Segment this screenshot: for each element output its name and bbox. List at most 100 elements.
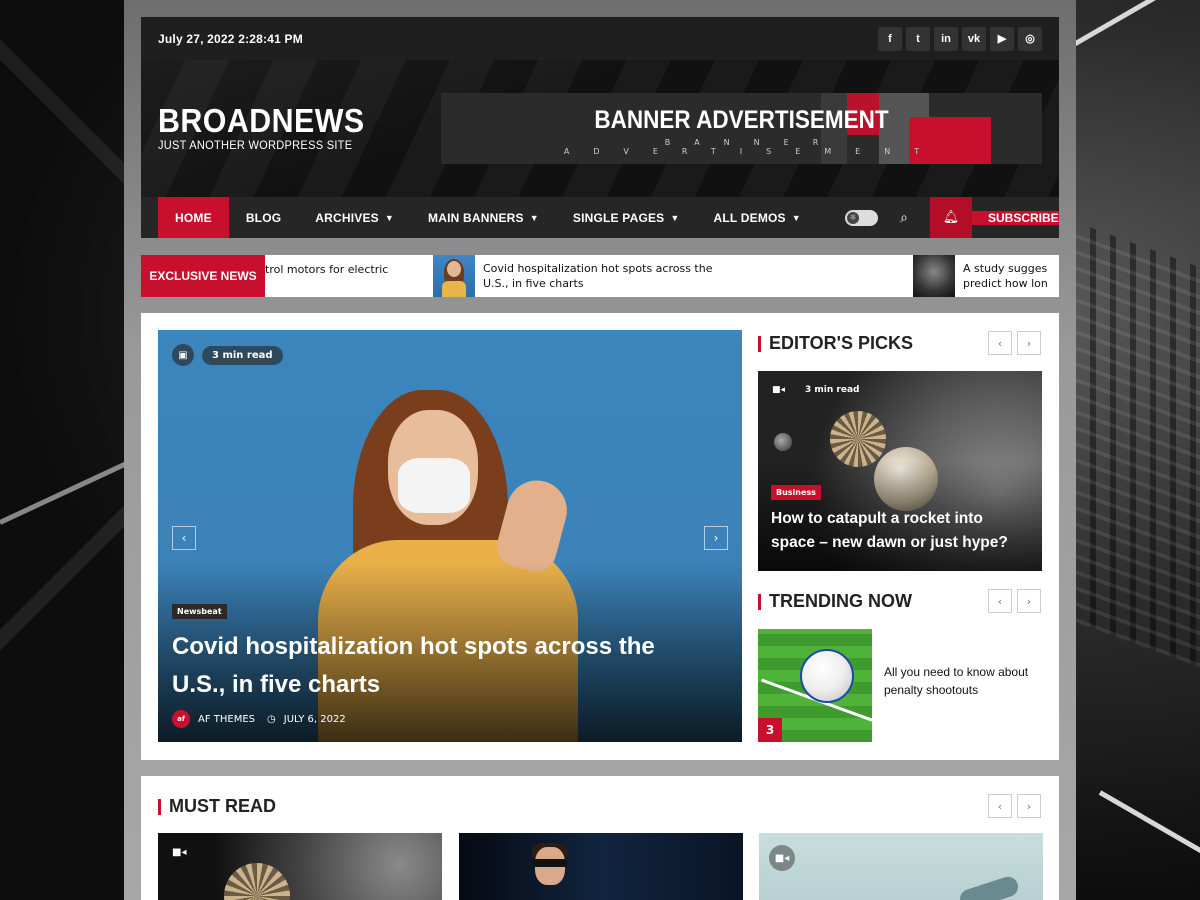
must-read-section: MUST READ ‹ › ■◂ ■◂: [141, 776, 1059, 900]
ticker-thumbnail: [913, 255, 955, 297]
current-date: July 27, 2022 2:28:41 PM: [158, 31, 303, 46]
banner-subtitle: BANNER ADVERTISEMENT: [563, 138, 944, 156]
background-line: [0, 456, 138, 525]
chevron-down-icon: ▼: [529, 212, 539, 223]
nav-label: HOME: [175, 210, 212, 225]
subscribe-button[interactable]: SUBSCRIBE: [972, 210, 1059, 225]
editors-pick-card[interactable]: ■◂ 3 min read Business How to catapult a…: [758, 371, 1042, 571]
hero-image-shape: [398, 458, 470, 513]
banner-title: BANNER ADVERTISEMENT: [594, 106, 889, 134]
sun-icon: ☼: [847, 211, 859, 224]
ticker-item-text: A study sugges predict how lon: [963, 262, 1048, 290]
editors-picks-next-button[interactable]: ›: [1017, 331, 1041, 355]
ticker-item[interactable]: Covid hospitalization hot spots across t…: [433, 255, 913, 297]
site-wrapper: July 27, 2022 2:28:41 PM f t in vk ▶ ◎ B…: [124, 0, 1076, 900]
nav-label: MAIN BANNERS: [428, 210, 524, 225]
editors-pick-title[interactable]: How to catapult a rocket into space – ne…: [771, 507, 1031, 555]
nav-item-all-demos[interactable]: ALL DEMOS ▼: [697, 197, 818, 238]
video-icon: ■◂: [772, 385, 786, 395]
nav-label: ALL DEMOS: [713, 210, 786, 225]
editors-picks-prev-button[interactable]: ‹: [988, 331, 1012, 355]
youtube-icon[interactable]: ▶: [990, 26, 1014, 51]
background-line: [1098, 790, 1200, 865]
gallery-icon: ▣: [172, 344, 194, 366]
author-name[interactable]: AF THEMES: [198, 714, 255, 725]
trending-title: TRENDING NOW: [769, 591, 912, 611]
heading-accent: [758, 335, 761, 352]
hero-byline: af AF THEMES ◷ JULY 6, 2022: [172, 710, 346, 728]
instagram-icon[interactable]: ◎: [1018, 26, 1042, 51]
avatar[interactable]: af: [172, 710, 190, 728]
vk-icon[interactable]: vk: [962, 26, 986, 51]
slider-next-button[interactable]: ›: [704, 526, 728, 550]
hero-title[interactable]: Covid hospitalization hot spots across t…: [172, 628, 712, 704]
ticker-item[interactable]: trol motors for electric: [265, 263, 433, 277]
thumbnail-shape: [447, 261, 461, 277]
must-read-card[interactable]: ■◂: [759, 833, 1043, 900]
nav-item-blog[interactable]: BLOG: [229, 197, 298, 238]
banner-advertisement[interactable]: BANNER ADVERTISEMENT BANNER ADVERTISEMEN…: [441, 93, 1042, 164]
thumbnail-shape: [442, 281, 466, 297]
nav-item-main-banners[interactable]: MAIN BANNERS ▼: [411, 197, 556, 238]
top-bar: July 27, 2022 2:28:41 PM f t in vk ▶ ◎: [141, 17, 1059, 60]
ticker-item-text: trol motors for electric: [265, 262, 389, 276]
must-read-card[interactable]: [459, 833, 743, 900]
trending-next-button[interactable]: ›: [1017, 589, 1041, 613]
nav-label: BLOG: [245, 210, 282, 225]
ticker-thumbnail: [433, 255, 475, 297]
trending-heading: TRENDING NOW: [758, 591, 912, 612]
site-title[interactable]: BROADNEWS: [158, 102, 365, 140]
category-badge[interactable]: Newsbeat: [172, 604, 227, 619]
background-line: [1058, 0, 1200, 55]
main-navigation: HOME BLOG ARCHIVES ▼ MAIN BANNERS ▼ SINGLE…: [141, 197, 1059, 238]
twitter-icon[interactable]: t: [906, 26, 930, 51]
facebook-icon[interactable]: f: [878, 26, 902, 51]
ticker-item[interactable]: A study sugges predict how lon: [913, 255, 1053, 297]
card-meta-top: ■◂ 3 min read: [772, 385, 860, 395]
heading-accent: [158, 798, 161, 815]
ticker-label: EXCLUSIVE NEWS: [141, 255, 265, 297]
category-badge[interactable]: Business: [771, 485, 821, 500]
heading-accent: [758, 593, 761, 610]
card-image-shape: [774, 433, 792, 451]
video-icon: ■◂: [172, 847, 187, 858]
hero-slider[interactable]: ▣ 3 min read ‹ › Newsbeat Covid hospital…: [158, 330, 742, 742]
chevron-down-icon: ▼: [670, 212, 680, 223]
card-image-shape: [830, 411, 886, 467]
must-read-heading: MUST READ: [158, 796, 276, 817]
trending-rank: 3: [758, 718, 782, 742]
nav-item-single-pages[interactable]: SINGLE PAGES ▼: [556, 197, 697, 238]
nav-label: SINGLE PAGES: [572, 210, 665, 225]
trending-prev-button[interactable]: ‹: [988, 589, 1012, 613]
must-read-title: MUST READ: [169, 796, 276, 816]
search-icon[interactable]: ⌕: [894, 210, 914, 226]
dark-mode-toggle[interactable]: ☼: [845, 209, 878, 226]
social-links: f t in vk ▶ ◎: [878, 26, 1042, 51]
main-content: ▣ 3 min read ‹ › Newsbeat Covid hospital…: [141, 313, 1059, 760]
editors-picks-heading: EDITOR'S PICKS: [758, 333, 913, 354]
video-icon: ■◂: [769, 845, 795, 871]
post-date: JULY 6, 2022: [283, 713, 346, 725]
trending-item-title[interactable]: All you need to know about penalty shoot…: [884, 663, 1044, 699]
read-time: 3 min read: [805, 385, 860, 395]
linkedin-icon[interactable]: in: [934, 26, 958, 51]
clock-icon: ◷: [267, 713, 276, 725]
editors-picks-title: EDITOR'S PICKS: [769, 333, 913, 353]
hero-meta-top: ▣ 3 min read: [172, 344, 283, 366]
must-read-next-button[interactable]: ›: [1017, 794, 1041, 818]
trending-thumbnail[interactable]: 3: [758, 629, 872, 742]
card-image-shape: [957, 874, 1021, 900]
chevron-down-icon: ▼: [791, 212, 801, 223]
football-image: [800, 649, 854, 703]
slider-prev-button[interactable]: ‹: [172, 526, 196, 550]
nav-label: ARCHIVES: [315, 210, 379, 225]
card-image-shape: [224, 863, 290, 900]
nav-actions: ☼ ⌕ 🔔︎ SUBSCRIBE: [845, 197, 1059, 238]
read-time-badge: 3 min read: [202, 345, 283, 365]
nav-item-archives[interactable]: ARCHIVES ▼: [298, 197, 411, 238]
nav-item-home[interactable]: HOME: [158, 197, 229, 238]
must-read-prev-button[interactable]: ‹: [988, 794, 1012, 818]
bell-icon[interactable]: 🔔︎: [930, 197, 972, 238]
must-read-card[interactable]: ■◂: [158, 833, 442, 900]
site-tagline: JUST ANOTHER WORDPRESS SITE: [158, 138, 353, 152]
